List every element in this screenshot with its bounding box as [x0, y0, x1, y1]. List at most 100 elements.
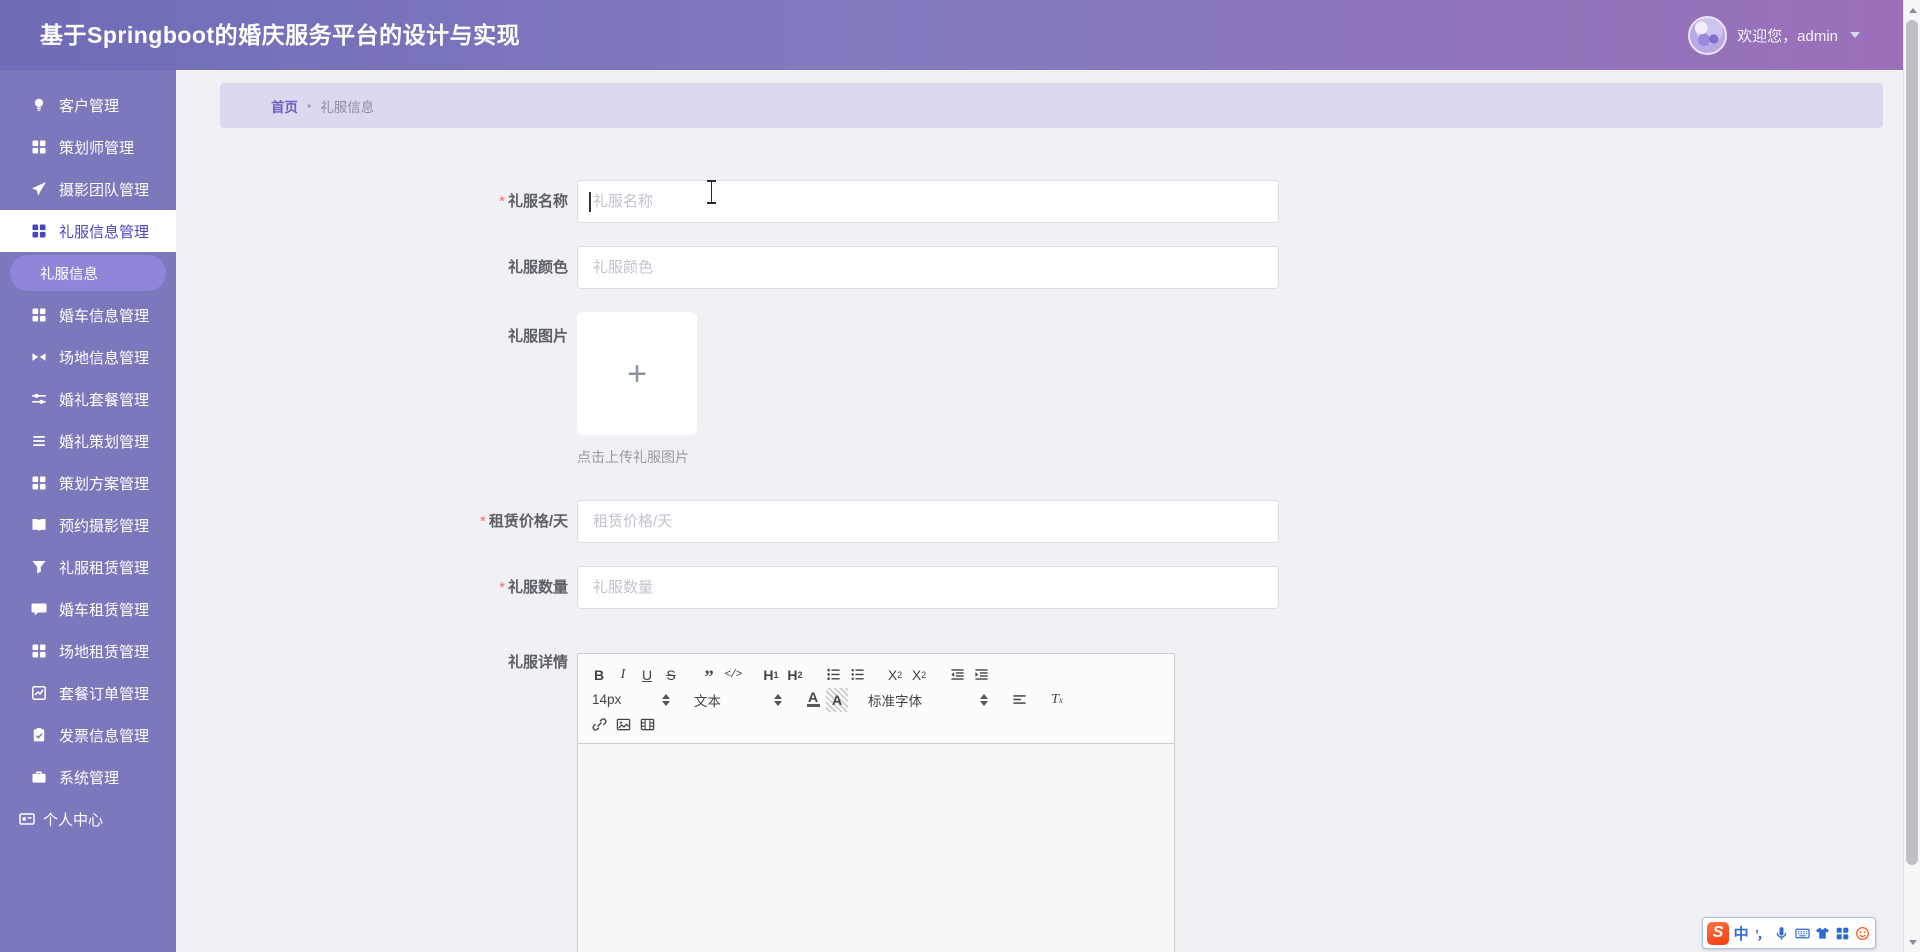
blockquote-button[interactable]: ”: [698, 663, 720, 688]
align-icon[interactable]: [1008, 688, 1030, 712]
link-icon[interactable]: [588, 713, 610, 737]
rental-price-input[interactable]: [577, 500, 1279, 543]
microphone-icon[interactable]: [1774, 921, 1790, 945]
code-block-button[interactable]: </>: [722, 663, 744, 687]
sidebar-item-label: 预约摄影管理: [59, 517, 150, 535]
dress-name-input[interactable]: [577, 180, 1279, 223]
grid-icon: [30, 307, 47, 324]
subscript-button[interactable]: X2: [884, 663, 906, 687]
chinese-mode-icon[interactable]: 中: [1733, 921, 1749, 945]
user-menu[interactable]: 欢迎您，admin: [1688, 0, 1860, 70]
header2-button[interactable]: H2: [784, 663, 806, 687]
sidebar-item-label: 礼服租赁管理: [59, 559, 150, 577]
sidebar-item-photo-booking-mgmt[interactable]: 预约摄影管理: [0, 504, 176, 546]
funnel-icon: [30, 559, 47, 576]
indent-icon[interactable]: [970, 663, 992, 687]
app-header: 基于Springboot的婚庆服务平台的设计与实现 欢迎您，admin: [0, 0, 1920, 70]
emoji-icon[interactable]: [1855, 921, 1871, 945]
bold-button[interactable]: B: [588, 663, 610, 687]
sidebar-item-dress-rental-mgmt[interactable]: 礼服租赁管理: [0, 546, 176, 588]
sidebar-item-label: 策划方案管理: [59, 475, 150, 493]
sidebar-item-label: 场地租赁管理: [59, 643, 150, 661]
grid-icon: [30, 643, 47, 660]
strike-button[interactable]: S: [660, 663, 682, 687]
header1-button[interactable]: H1: [760, 663, 782, 687]
rental-price-label: * 租赁价格/天: [479, 513, 568, 530]
toolbox-icon[interactable]: [1834, 921, 1850, 945]
sidebar-item-label: 策划师管理: [59, 139, 135, 157]
video-icon[interactable]: [636, 713, 658, 737]
heading-select[interactable]: 文本: [690, 690, 786, 710]
breadcrumb: 首页 • 礼服信息: [220, 83, 1883, 128]
sidebar-item-package-order-mgmt[interactable]: 套餐订单管理: [0, 672, 176, 714]
sidebar-item-label: 个人中心: [43, 811, 104, 829]
main-content: 首页 • 礼服信息 *礼服名称 礼服颜色 礼服图片 + 点击上传礼服图片 *租赁…: [176, 70, 1903, 952]
idcard-icon: [18, 811, 35, 828]
keyboard-icon[interactable]: [1794, 921, 1810, 945]
superscript-button[interactable]: X2: [908, 663, 930, 687]
editor-content-area[interactable]: [577, 744, 1175, 952]
breadcrumb-home-link[interactable]: 首页: [271, 96, 298, 116]
text-caret: [589, 192, 591, 212]
sidebar-item-car-info-mgmt[interactable]: 婚车信息管理: [0, 294, 176, 336]
sidebar-item-label: 场地信息管理: [59, 349, 150, 367]
dress-quantity-input[interactable]: [577, 566, 1279, 609]
punctuation-icon[interactable]: ’，: [1753, 921, 1770, 945]
clean-format-button[interactable]: Tx: [1046, 688, 1068, 712]
updown-arrows-icon: [980, 693, 988, 706]
skin-icon[interactable]: [1814, 921, 1830, 945]
breadcrumb-separator: •: [307, 98, 312, 113]
rich-text-editor: B I U S ” </> H1 H2 X2 X 2 14px 文本 A A 标…: [577, 653, 1175, 952]
user-avatar[interactable]: [1688, 15, 1728, 55]
sidebar-item-dress-info-mgmt[interactable]: 礼服信息管理: [0, 210, 176, 252]
dress-name-label: * 礼服名称: [499, 193, 568, 210]
scroll-up-arrow-icon[interactable]: [1904, 2, 1920, 18]
bulb-icon: [30, 97, 47, 114]
sidebar-item-label: 婚车租赁管理: [59, 601, 150, 619]
sidebar-item-label: 摄影团队管理: [59, 181, 150, 199]
font-color-button[interactable]: A: [802, 688, 824, 712]
updown-arrows-icon: [774, 693, 782, 706]
sidebar-item-customer-mgmt[interactable]: 客户管理: [0, 84, 176, 126]
scroll-down-arrow-icon[interactable]: [1904, 934, 1920, 950]
ordered-list-icon[interactable]: [822, 663, 844, 687]
required-star: *: [479, 513, 486, 530]
sogou-logo[interactable]: S: [1707, 921, 1730, 945]
font-size-select[interactable]: 14px: [588, 692, 674, 707]
underline-button[interactable]: U: [636, 663, 658, 687]
background-color-button[interactable]: A: [826, 687, 848, 712]
sidebar-item-personal-center[interactable]: 个人中心: [0, 798, 176, 840]
caret-down-icon: [1850, 32, 1860, 38]
sidebar-item-car-rental-mgmt[interactable]: 婚车租赁管理: [0, 588, 176, 630]
sidebar-item-planner-mgmt[interactable]: 策划师管理: [0, 126, 176, 168]
scrollbar-thumb[interactable]: [1906, 20, 1918, 865]
grid-icon: [30, 139, 47, 156]
sidebar-item-venue-info-mgmt[interactable]: 场地信息管理: [0, 336, 176, 378]
sidebar-item-system-mgmt[interactable]: 系统管理: [0, 756, 176, 798]
italic-button[interactable]: I: [612, 663, 634, 687]
app-title: 基于Springboot的婚庆服务平台的设计与实现: [40, 22, 521, 48]
welcome-text: 欢迎您，admin: [1737, 27, 1838, 45]
sliders-icon: [30, 391, 47, 408]
sidebar-item-photo-team-mgmt[interactable]: 摄影团队管理: [0, 168, 176, 210]
sidebar-item-wedding-plan-mgmt[interactable]: 婚礼策划管理: [0, 420, 176, 462]
dress-detail-label: 礼服详情: [507, 654, 568, 671]
image-icon[interactable]: [612, 713, 634, 737]
plane-icon: [30, 181, 47, 198]
grid-icon: [30, 223, 47, 240]
page-scrollbar[interactable]: [1903, 0, 1920, 952]
bullet-list-icon[interactable]: [846, 663, 868, 687]
sidebar-item-plan-scheme-mgmt[interactable]: 策划方案管理: [0, 462, 176, 504]
sidebar-nav: 客户管理 策划师管理 摄影团队管理 礼服信息管理 礼服信息 婚车信息管理 场地信…: [0, 70, 176, 952]
sidebar-item-package-mgmt[interactable]: 婚礼套餐管理: [0, 378, 176, 420]
outdent-icon[interactable]: [946, 663, 968, 687]
image-upload-area[interactable]: +: [577, 312, 697, 435]
chart-icon: [30, 685, 47, 702]
sidebar-item-label: 礼服信息管理: [59, 223, 150, 241]
dress-color-input[interactable]: [577, 246, 1279, 289]
sidebar-item-venue-rental-mgmt[interactable]: 场地租赁管理: [0, 630, 176, 672]
font-family-select[interactable]: 标准字体: [864, 690, 992, 710]
sidebar-item-invoice-info-mgmt[interactable]: 发票信息管理: [0, 714, 176, 756]
sidebar-subitem-dress-info[interactable]: 礼服信息: [10, 255, 166, 291]
required-star: *: [499, 579, 505, 596]
